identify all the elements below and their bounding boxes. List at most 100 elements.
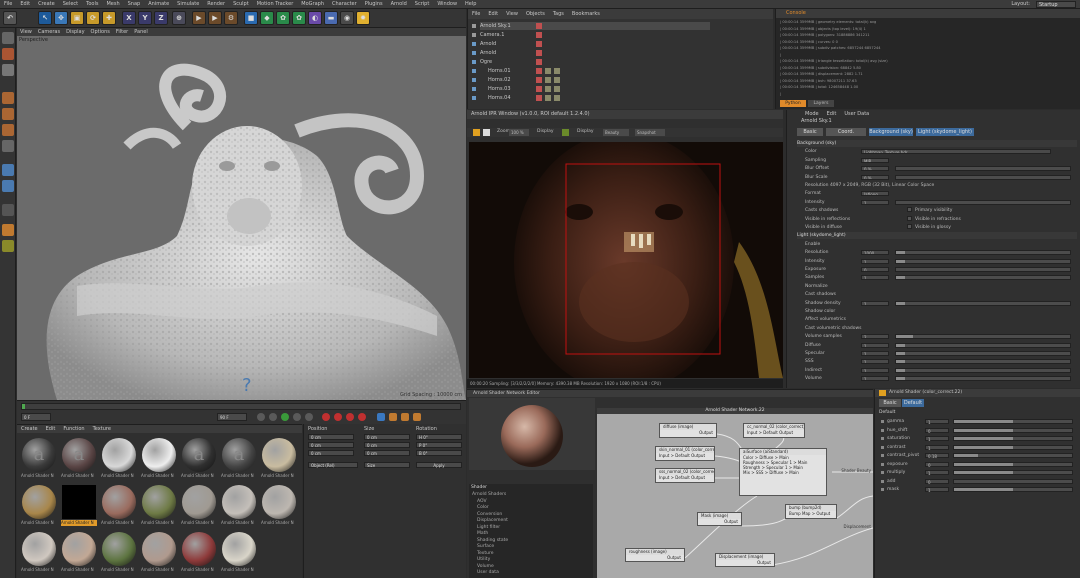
rotate-tool-button[interactable]: ⟳ [86, 11, 100, 25]
material-swatch[interactable]: a Arnold Shader N [61, 437, 97, 481]
material-tag-icon[interactable] [536, 77, 542, 83]
material-swatch[interactable]: Arnold Shader N [21, 484, 57, 528]
attr-slider[interactable] [895, 267, 1071, 272]
node-mask-image[interactable]: Mask (image) Output [697, 512, 742, 526]
next-frame-button[interactable] [293, 413, 301, 421]
material-swatch[interactable]: Arnold Shader N [261, 437, 297, 481]
material-swatch[interactable]: Arnold Shader N [181, 484, 217, 528]
material-swatch[interactable]: Arnold Shader N [61, 484, 97, 528]
z-axis-button[interactable]: Z [154, 11, 168, 25]
shader-category[interactable]: Shading state [477, 538, 508, 543]
shader-category[interactable]: Arnold Shaders [472, 492, 506, 497]
shader-category[interactable]: Light filter [477, 525, 500, 530]
coordinate-mode-dropdown[interactable]: Object (Rel) [308, 462, 358, 468]
coordinate-system-button[interactable]: ⊕ [172, 11, 186, 25]
node-attr-slider[interactable] [953, 461, 1073, 467]
material-tag-icon[interactable] [536, 86, 542, 92]
start-frame-field[interactable]: 0 F [21, 413, 51, 421]
key-pla-button[interactable] [413, 413, 421, 421]
node-attr-value[interactable]: 0.18 [925, 453, 949, 459]
playhead[interactable] [22, 404, 25, 409]
key-param-button[interactable] [401, 413, 409, 421]
node-attr-slider[interactable] [953, 427, 1073, 433]
shader-category[interactable]: Math [477, 531, 488, 536]
material-swatch[interactable]: Arnold Shader N [141, 437, 177, 481]
attr-value-field[interactable]: 1 [861, 199, 889, 205]
material-swatch[interactable]: Arnold Shader N [141, 484, 177, 528]
node-attr-slider[interactable] [953, 487, 1073, 492]
attr-slider[interactable] [895, 174, 1071, 180]
apply-button[interactable]: Apply [416, 462, 462, 468]
attr-value-field[interactable]: Lightmap_Texture.hdr [861, 149, 1051, 155]
deformer-button[interactable]: ◐ [308, 11, 322, 25]
attr-slider[interactable] [895, 258, 1071, 264]
node-sss-normal[interactable]: sss_normal_02 (color_correct) Input > Def… [655, 468, 715, 483]
node-attr-value[interactable]: 0 [925, 478, 949, 485]
menu-edit[interactable]: Edit [16, 1, 34, 7]
render-settings-button[interactable]: ⚙ [224, 11, 238, 25]
node-roughness-image[interactable]: roughness (image) Output [625, 548, 685, 562]
material-tag-icon[interactable] [554, 68, 560, 74]
menu-mograph[interactable]: MoGraph [297, 1, 328, 7]
material-swatch[interactable]: Arnold Shader N [221, 484, 257, 528]
menu-tools[interactable]: Tools [82, 1, 102, 7]
attr-check-row[interactable]: Visible in refractions [907, 215, 1027, 223]
object-row[interactable]: Camera.1 [480, 31, 710, 39]
material-swatch[interactable]: a Arnold Shader N [21, 437, 57, 481]
material-tag-icon[interactable] [545, 68, 551, 74]
material-tag-icon[interactable] [536, 59, 542, 65]
material-menu-edit[interactable]: Edit [42, 426, 60, 432]
material-swatch[interactable]: Arnold Shader N [21, 531, 57, 575]
node-aisurface[interactable]: aiSurface (aiStandard) Color > Diffuse > … [739, 448, 827, 496]
menu-file[interactable]: File [0, 1, 16, 7]
render-view-button[interactable]: ▶ [192, 11, 206, 25]
menu-animate[interactable]: Animate [144, 1, 173, 7]
shader-category[interactable]: User data [477, 570, 499, 575]
play-button[interactable] [281, 413, 289, 421]
node-displacement-image[interactable]: Displacement (image) Output [715, 553, 775, 567]
shader-category[interactable]: Conversion [477, 512, 502, 517]
stop-icon[interactable] [483, 129, 490, 136]
model-mode-icon[interactable] [2, 48, 14, 60]
menu-mesh[interactable]: Mesh [102, 1, 123, 7]
material-tag-icon[interactable] [554, 95, 560, 101]
material-swatch[interactable]: Arnold Shader N [101, 531, 137, 575]
menu-render[interactable]: Render [203, 1, 229, 7]
node-attr-tab-default[interactable]: Default [902, 399, 924, 407]
checkbox[interactable] [907, 224, 912, 229]
size-field[interactable]: 0 cm [364, 450, 410, 456]
material-swatch[interactable]: a Arnold Shader N [221, 437, 257, 481]
viewport-menu-panel[interactable]: Panel [131, 29, 151, 35]
node-attr-slider[interactable] [953, 470, 1073, 475]
object-menu-edit[interactable]: Edit [484, 11, 502, 17]
render-picture-viewer-button[interactable]: ▶ [208, 11, 222, 25]
attr-menu-mode[interactable]: Mode [801, 111, 823, 117]
attr-tab-light-skydome-light[interactable]: Light (skydome_light) [916, 128, 974, 136]
object-row[interactable]: Horns.02 [488, 76, 718, 84]
object-menu-objects[interactable]: Objects [522, 11, 549, 17]
attr-slider[interactable] [895, 250, 1071, 256]
menu-sculpt[interactable]: Sculpt [229, 1, 253, 7]
material-tag-icon[interactable] [545, 77, 551, 83]
size-field[interactable]: 0 cm [364, 434, 410, 440]
goto-start-button[interactable] [257, 413, 265, 421]
rotation-field[interactable]: B 0° [416, 450, 462, 456]
size-field[interactable]: 0 cm [364, 442, 410, 448]
material-swatch[interactable]: Arnold Shader N [221, 531, 257, 575]
snapshot-button[interactable]: Snapshot [635, 129, 665, 136]
live-selection-button[interactable]: ↖ [38, 11, 52, 25]
attr-slider[interactable] [895, 199, 1071, 205]
light-button[interactable]: ✹ [356, 11, 370, 25]
menu-create[interactable]: Create [34, 1, 59, 7]
lock-workplane-icon[interactable] [2, 240, 14, 252]
attr-slider[interactable] [895, 376, 1071, 382]
material-tag-icon[interactable] [536, 95, 542, 101]
object-menu-bookmarks[interactable]: Bookmarks [568, 11, 604, 17]
ipr-render-image[interactable] [469, 142, 783, 378]
node-skin-normal[interactable]: skin_normal_01 (color_correct)Input > De… [655, 446, 715, 461]
rotation-field[interactable]: P 0° [416, 442, 462, 448]
attr-value-field[interactable]: 0 [861, 267, 889, 272]
node-attr-slider[interactable] [953, 444, 1073, 450]
menu-character[interactable]: Character [328, 1, 361, 7]
attr-value-field[interactable]: 1 [861, 300, 889, 306]
